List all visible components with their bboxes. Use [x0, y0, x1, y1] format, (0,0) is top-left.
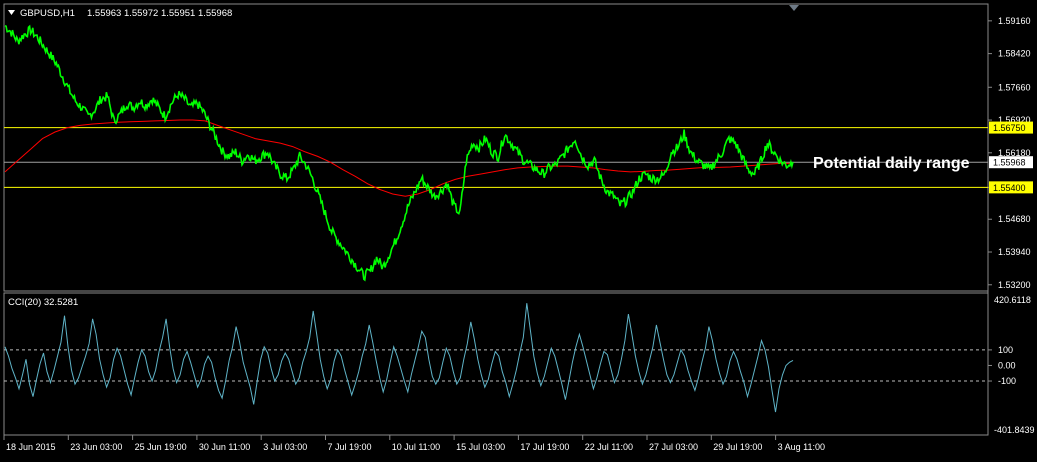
cci-max-label: 420.6118	[994, 295, 1031, 305]
time-tick-label: 17 Jul 19:00	[520, 442, 569, 452]
chart-shift-marker-icon[interactable]	[789, 5, 799, 11]
cci-reference-lines	[4, 349, 988, 382]
time-tick-label: 3 Jul 03:00	[263, 442, 307, 452]
cci-line	[4, 303, 794, 413]
price-line	[4, 24, 794, 282]
time-axis: 18 Jun 2015 23 Jun 03:00 25 Jun 19:00 30 Ju…	[3, 435, 825, 452]
price-tick-label: 1.53940	[998, 247, 1031, 257]
chart-canvas[interactable]: GBPUSD,H1 1.55963 1.55972 1.55951 1.5596…	[0, 0, 1037, 457]
cci-tick-label: 0.00	[998, 360, 1016, 370]
price-tick-label: 1.59160	[998, 16, 1031, 26]
cci-min-label: -401.8439	[994, 425, 1035, 435]
cci-axis-ticks: 100 0.00 -100	[988, 345, 1016, 386]
ohlc-values: 1.55963 1.55972 1.55951 1.55968	[87, 8, 232, 19]
triangle-down-icon[interactable]	[8, 10, 15, 15]
price-level-tag-label: 1.55400	[993, 183, 1026, 193]
moving-average-series	[4, 119, 793, 197]
time-tick-label: 30 Jun 11:00	[199, 442, 250, 452]
cci-indicator-title: CCI(20) 32.5281	[8, 297, 78, 308]
price-level-labels: 1.56750 1.55400 1.55968	[989, 121, 1033, 194]
price-tick-label: 1.57660	[998, 82, 1031, 92]
time-tick-label: 25 Jun 19:00	[135, 442, 187, 452]
price-tick-label: 1.53200	[998, 280, 1031, 290]
price-tick-label: 1.54680	[998, 214, 1031, 224]
price-series	[4, 24, 794, 282]
time-tick-label: 23 Jun 03:00	[70, 442, 122, 452]
cci-panel-frame	[3, 292, 989, 436]
potential-range-annotation: Potential daily range	[813, 155, 970, 172]
price-tick-label: 1.58420	[998, 49, 1031, 59]
time-tick-label: 27 Jul 03:00	[649, 442, 698, 452]
cci-tick-label: 100	[998, 345, 1013, 355]
price-axis-ticks: 1.591601.584201.576601.569201.561801.554…	[988, 16, 1031, 290]
cci-series	[4, 303, 794, 413]
time-tick-label: 15 Jul 03:00	[456, 442, 505, 452]
price-level-tag-label: 1.55968	[993, 158, 1026, 168]
price-level-tag-label: 1.56750	[993, 123, 1026, 133]
symbol-timeframe-label: GBPUSD,H1	[20, 8, 75, 19]
time-tick-label: 22 Jul 11:00	[585, 442, 633, 452]
time-tick-label: 18 Jun 2015	[6, 442, 56, 452]
time-tick-label: 29 Jul 19:00	[713, 442, 762, 452]
trading-terminal-chart-window[interactable]: GBPUSD,H1 1.55963 1.55972 1.55951 1.5596…	[0, 0, 1037, 457]
time-tick-label: 7 Jul 19:00	[328, 442, 372, 452]
time-tick-label: 10 Jul 11:00	[392, 442, 440, 452]
cci-tick-label: -100	[998, 376, 1016, 386]
price-panel-frame	[3, 3, 989, 292]
time-tick-label: 3 Aug 11:00	[778, 442, 825, 452]
moving-average-line	[4, 119, 793, 197]
